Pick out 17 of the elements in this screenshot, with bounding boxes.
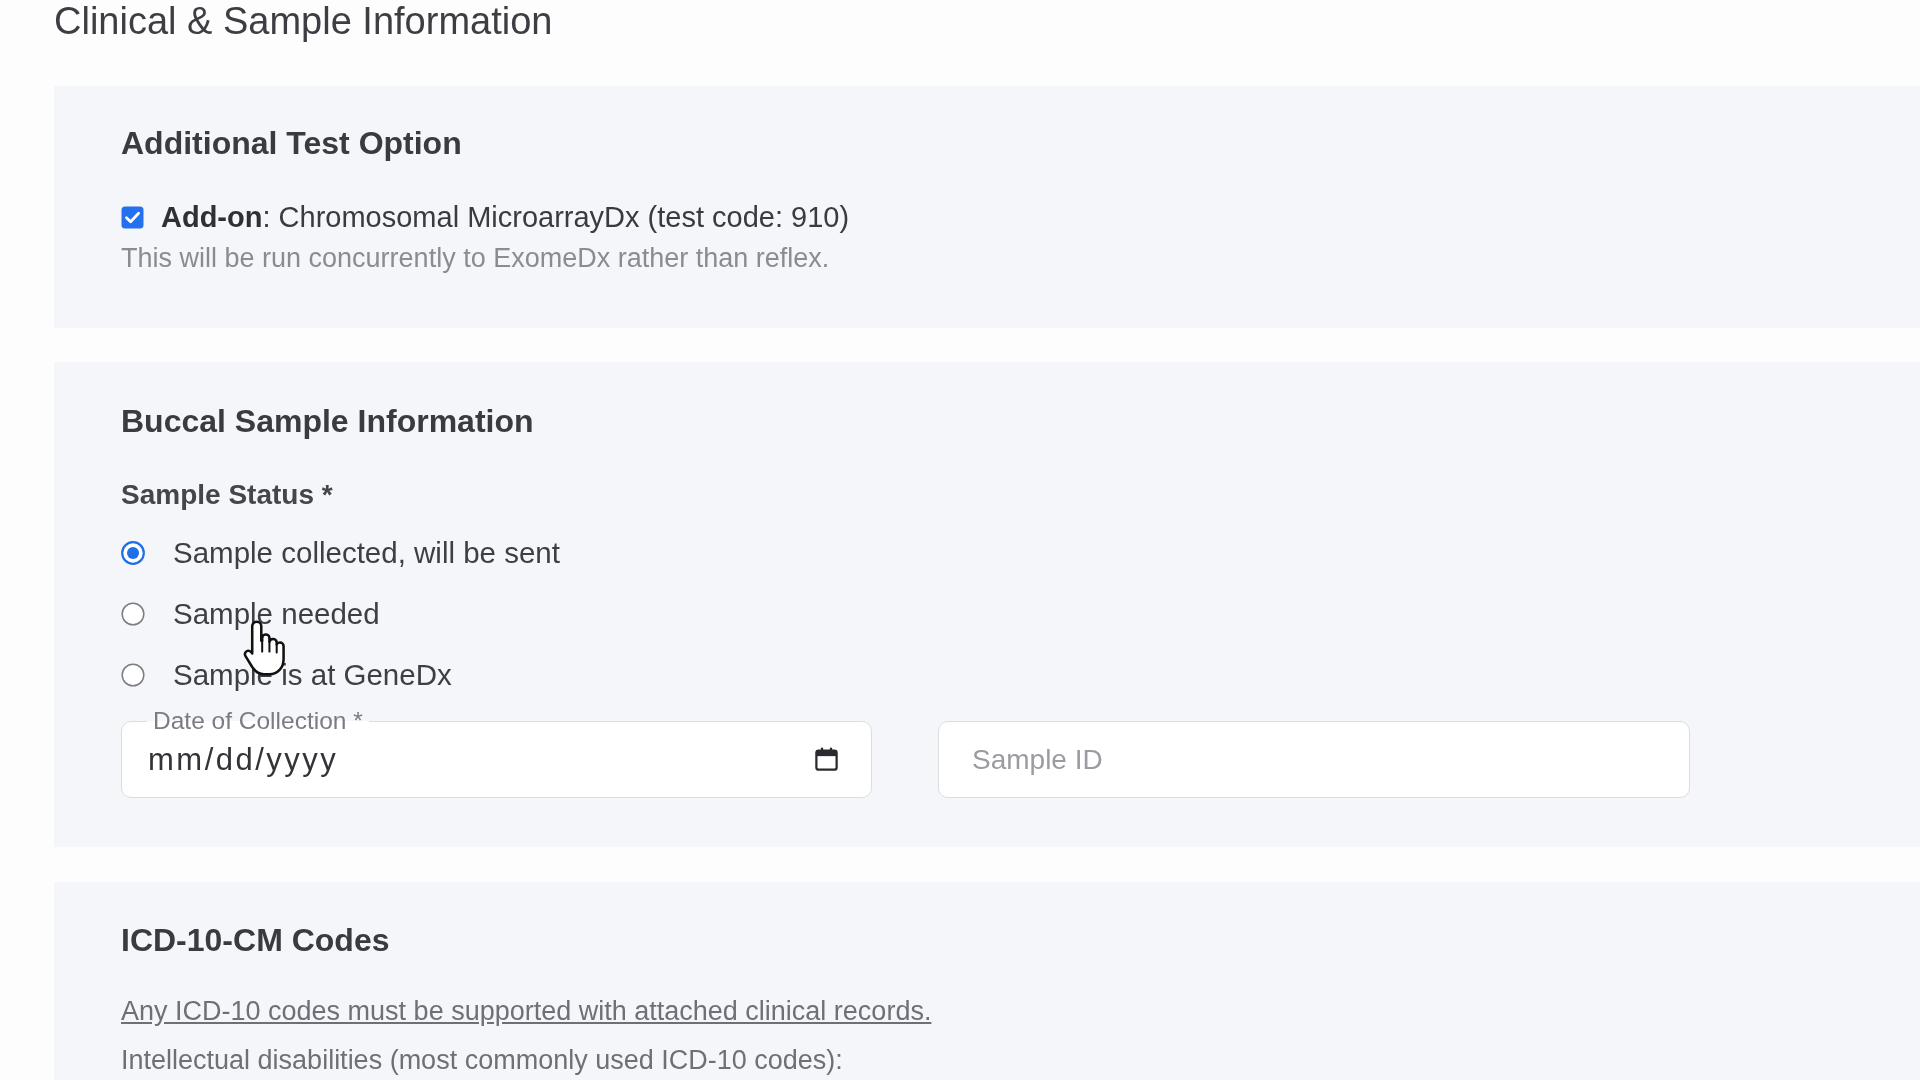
checkbox[interactable] [121, 205, 144, 229]
section-title: ICD-10-CM Codes [121, 921, 390, 960]
section-title: Buccal Sample Information [121, 402, 534, 441]
radio-button[interactable] [121, 541, 145, 565]
section-subtitle: Intellectual disabilities (most commonly used ICD-10 codes): [121, 1045, 843, 1075]
input-field[interactable]: Sample ID [938, 721, 1690, 798]
records-link[interactable]: Any ICD-10 codes must be supported with attached clinical records. [121, 995, 932, 1027]
section-title: Additional Test Option [121, 124, 462, 163]
calendar-icon[interactable] [813, 746, 840, 773]
radio-label: Sample collected, will be sent [173, 535, 560, 571]
field-label: Sample Status * [121, 478, 333, 512]
radio-button[interactable] [121, 602, 145, 626]
page-title: Clinical & Sample Information [54, 0, 553, 42]
radio-button[interactable] [121, 663, 145, 687]
option-label: Add-on: Chromosomal MicroarrayDx (test code: 910) [161, 200, 850, 235]
option-note: This will be run concurrently to ExomeDx rather than reflex. [121, 242, 830, 275]
radio-label: Sample needed [173, 596, 380, 632]
